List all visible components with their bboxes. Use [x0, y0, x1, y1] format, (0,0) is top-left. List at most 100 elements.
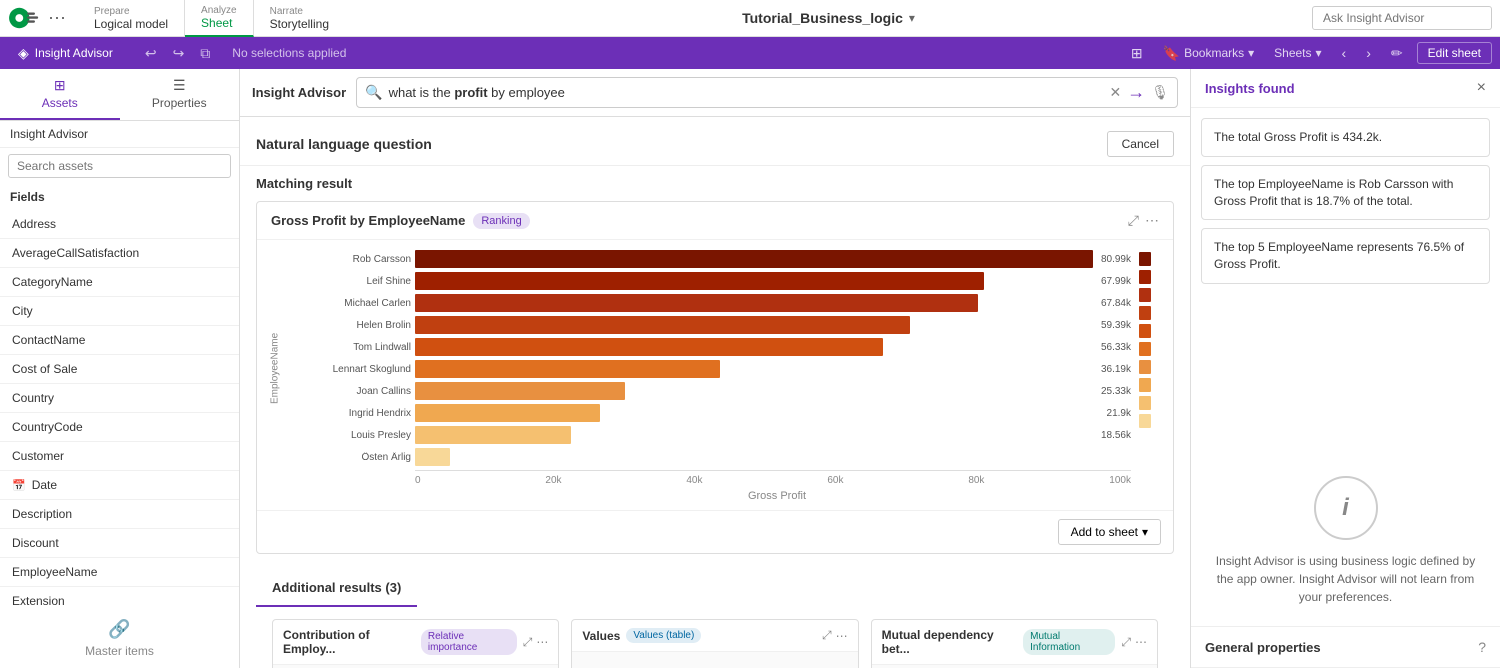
field-item[interactable]: Extension [0, 587, 239, 609]
ia-search-icon: 🔍 [365, 84, 382, 101]
mini-card-more-btn[interactable]: ⋯ [536, 635, 548, 650]
search-assets-input[interactable] [8, 154, 231, 178]
nav-prev-btn[interactable]: ‹ [1336, 43, 1353, 63]
field-item[interactable]: ContactName [0, 326, 239, 355]
field-item[interactable]: Customer [0, 442, 239, 471]
ia-query-prefix: what is the [389, 85, 455, 100]
pencil-icon-btn[interactable]: ✏ [1385, 43, 1409, 64]
field-name: Description [12, 507, 72, 521]
insights-close-btn[interactable]: × [1477, 79, 1486, 97]
field-item[interactable]: Cost of Sale [0, 355, 239, 384]
field-name: ContactName [12, 333, 85, 347]
mini-card-body [572, 652, 857, 668]
chart-expand-btn[interactable]: ⤢ [1128, 212, 1139, 229]
snapshot-btn[interactable]: ⧉ [194, 43, 216, 64]
bar-outer [415, 426, 1093, 444]
bar-outer [415, 250, 1093, 268]
chart-title: Gross Profit by EmployeeName [271, 213, 465, 228]
tab-assets[interactable]: ⊞ Assets [0, 69, 120, 120]
redo-btn[interactable]: ↪ [167, 43, 191, 64]
ask-advisor-input[interactable] [1312, 6, 1492, 30]
field-name: Extension [12, 594, 65, 608]
edit-sheet-btn[interactable]: Edit sheet [1417, 42, 1492, 64]
ia-clear-btn[interactable]: ✕ [1109, 84, 1121, 101]
mini-card-badge: Mutual Information [1023, 629, 1115, 655]
bar-fill [415, 338, 883, 356]
nav-prepare-label: Prepare [94, 6, 168, 17]
legend-bar [1139, 252, 1151, 266]
axis-tick: 0 [415, 475, 421, 486]
mini-card-expand-btn[interactable]: ⤢ [523, 635, 533, 650]
mini-card-icons: ⤢ ⋯ [1121, 635, 1147, 650]
master-items-section[interactable]: 🔗 Master items [0, 609, 239, 668]
add-to-sheet-label: Add to sheet [1071, 525, 1138, 539]
qlik-logo[interactable] [8, 7, 40, 29]
bar-row: Lennart Skoglund36.19k [291, 360, 1131, 378]
add-to-sheet-btn[interactable]: Add to sheet ▾ [1058, 519, 1161, 545]
nav-narrate[interactable]: Narrate Storytelling [254, 0, 345, 37]
sheets-btn[interactable]: Sheets ▾ [1268, 44, 1327, 62]
mini-card-more-btn[interactable]: ⋯ [836, 628, 848, 643]
mini-card-header: Mutual dependency bet... Mutual Informat… [872, 620, 1157, 665]
bookmarks-btn[interactable]: 🔖 Bookmarks ▾ [1157, 43, 1261, 64]
field-name: CategoryName [12, 275, 93, 289]
cancel-btn[interactable]: Cancel [1107, 131, 1174, 157]
bar-name: Tom Lindwall [291, 342, 411, 353]
bar-value: 56.33k [1101, 342, 1131, 353]
field-item[interactable]: AverageCallSatisfaction [0, 239, 239, 268]
bar-name: Leif Shine [291, 276, 411, 287]
mini-card-more-btn[interactable]: ⋯ [1135, 635, 1147, 650]
chart-more-btn[interactable]: ⋯ [1145, 212, 1159, 229]
nav-more-btn[interactable]: ⋯ [48, 8, 66, 29]
field-item[interactable]: CountryCode [0, 413, 239, 442]
field-item[interactable]: EmployeeName [0, 558, 239, 587]
bar-outer [415, 382, 1093, 400]
bar-fill [415, 294, 978, 312]
nlq-title: Natural language question [256, 136, 432, 152]
nav-analyze[interactable]: Analyze Sheet [185, 0, 254, 37]
ia-header: Insight Advisor 🔍 what is the profit by … [240, 69, 1190, 117]
field-item[interactable]: Address [0, 210, 239, 239]
ia-search-bar[interactable]: 🔍 what is the profit by employee ✕ → 🎙 [356, 77, 1178, 108]
bar-fill [415, 272, 984, 290]
bar-name: Ingrid Hendrix [291, 408, 411, 419]
bar-fill [415, 426, 571, 444]
app-chevron-icon[interactable]: ▾ [909, 11, 915, 25]
mini-card-icons: ⤢ ⋯ [822, 628, 848, 643]
field-item[interactable]: Country [0, 384, 239, 413]
bar-row: Michael Carlen67.84k [291, 294, 1131, 312]
grid-view-btn[interactable]: ⊞ [1125, 43, 1149, 64]
bar-value: 18.56k [1101, 430, 1131, 441]
field-item[interactable]: Discount [0, 529, 239, 558]
bar-name: Rob Carsson [291, 254, 411, 265]
field-name: Cost of Sale [12, 362, 77, 376]
field-item[interactable]: 📅Date [0, 471, 239, 500]
field-name: Country [12, 391, 54, 405]
bookmarks-label: Bookmarks [1184, 46, 1244, 60]
tab-properties[interactable]: ☰ Properties [120, 69, 240, 120]
bar-outer [415, 294, 1093, 312]
bar-value: 21.9k [1107, 408, 1131, 419]
mini-card-expand-btn[interactable]: ⤢ [1121, 635, 1131, 650]
ia-mic-btn[interactable]: 🎙 [1151, 84, 1169, 101]
master-items-label: Master items [85, 644, 154, 658]
bar-row: Rob Carsson80.99k [291, 250, 1131, 268]
bar-outer [415, 272, 1093, 290]
field-item[interactable]: CategoryName [0, 268, 239, 297]
field-item[interactable]: City [0, 297, 239, 326]
additional-card: Contribution of Employ... Relative impor… [272, 619, 559, 668]
ia-submit-btn[interactable]: → [1127, 82, 1145, 103]
legend-bar [1139, 414, 1151, 428]
matching-result-label: Matching result [256, 176, 352, 191]
field-item[interactable]: Description [0, 500, 239, 529]
help-icon[interactable]: ? [1478, 639, 1486, 655]
nav-next-btn[interactable]: › [1360, 43, 1377, 63]
fields-list: AddressAverageCallSatisfaction CategoryNa… [0, 210, 239, 609]
insight-advisor-btn[interactable]: ◈ Insight Advisor [8, 41, 123, 66]
matching-result: Matching result [240, 166, 1190, 201]
undo-btn[interactable]: ↩ [139, 43, 163, 64]
tab-properties-label: Properties [152, 96, 207, 110]
axis-tick: 20k [545, 475, 561, 486]
nav-prepare[interactable]: Prepare Logical model [78, 0, 185, 37]
mini-card-expand-btn[interactable]: ⤢ [822, 628, 832, 643]
